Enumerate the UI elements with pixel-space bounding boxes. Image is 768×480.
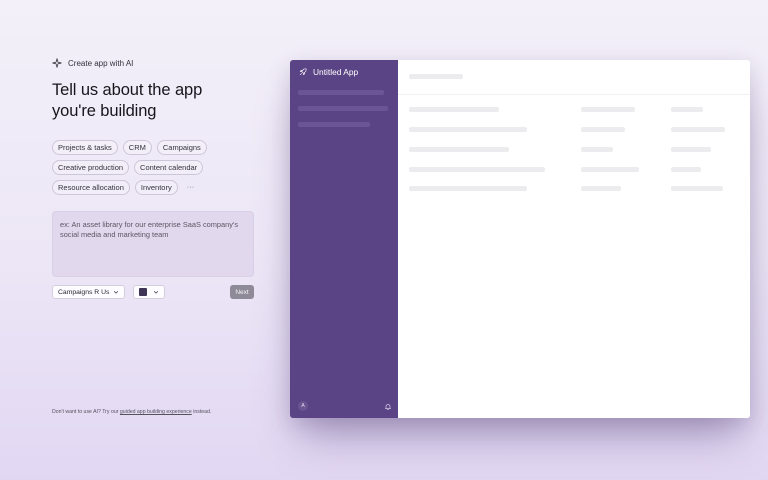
footer-suffix: instead.	[193, 409, 212, 415]
preview-main	[398, 60, 750, 418]
chevron-down-icon	[114, 290, 119, 294]
guided-experience-link[interactable]: guided app building experience	[120, 409, 192, 415]
app-preview: Untitled App A	[290, 60, 750, 418]
form-controls: Campaigns R Us Next	[52, 285, 254, 299]
sidebar-item-placeholder	[298, 90, 384, 95]
row-skeleton	[671, 107, 703, 112]
color-swatch	[139, 288, 148, 296]
more-chips-button[interactable]: ···	[183, 180, 199, 195]
rocket-icon	[299, 68, 307, 76]
header-divider	[398, 94, 750, 95]
row-skeleton	[581, 127, 625, 132]
chip-campaigns[interactable]: Campaigns	[156, 140, 207, 155]
row-skeleton	[581, 167, 639, 172]
chip-resource-allocation[interactable]: Resource allocation	[52, 180, 130, 195]
chevron-down-icon	[154, 290, 159, 294]
page-title-line-2: you're building	[52, 102, 157, 120]
eyebrow: Create app with AI	[52, 58, 256, 68]
chip-projects-tasks[interactable]: Projects & tasks	[52, 140, 118, 155]
header-skeleton	[409, 74, 463, 79]
workspace-select-value: Campaigns R Us	[58, 288, 110, 296]
row-skeleton	[581, 107, 635, 112]
row-skeleton	[409, 147, 509, 152]
eyebrow-text: Create app with AI	[68, 58, 134, 68]
footer-prefix: Don't want to use AI? Try our	[52, 409, 119, 415]
row-skeleton	[671, 147, 711, 152]
page-title-line-1: Tell us about the app	[52, 81, 203, 99]
row-skeleton	[409, 127, 527, 132]
bell-icon	[385, 404, 391, 410]
chip-crm[interactable]: CRM	[122, 140, 152, 155]
row-skeleton	[671, 167, 701, 172]
avatar: A	[298, 401, 308, 411]
row-skeleton	[671, 186, 723, 191]
sparkle-icon	[52, 58, 62, 68]
app-description-input[interactable]: ex: An asset library for our enterprise …	[52, 211, 254, 277]
row-skeleton	[581, 186, 621, 191]
next-button[interactable]: Next	[230, 285, 254, 299]
chip-creative-production[interactable]: Creative production	[52, 160, 130, 175]
row-skeleton	[581, 147, 613, 152]
row-skeleton	[671, 127, 725, 132]
color-select[interactable]	[133, 285, 166, 299]
sidebar-item-placeholder	[298, 122, 370, 127]
preview-app-title: Untitled App	[299, 67, 358, 77]
preview-app-name: Untitled App	[313, 67, 359, 77]
row-skeleton	[409, 186, 527, 191]
chip-inventory[interactable]: Inventory	[134, 180, 178, 195]
suggestion-chips: Projects & tasks CRM Campaigns Creative …	[52, 140, 256, 195]
footer-note: Don't want to use AI? Try our guided app…	[52, 409, 211, 415]
sidebar-item-placeholder	[298, 106, 388, 111]
page-title: Tell us about the app you're building	[52, 80, 256, 122]
row-skeleton	[409, 167, 545, 172]
app-description-placeholder: ex: An asset library for our enterprise …	[60, 220, 239, 239]
workspace-select[interactable]: Campaigns R Us	[52, 285, 126, 299]
create-app-form: Create app with AI Tell us about the app…	[52, 58, 256, 299]
chip-content-calendar[interactable]: Content calendar	[134, 160, 204, 175]
row-skeleton	[409, 107, 499, 112]
preview-sidebar: Untitled App A	[290, 60, 398, 418]
